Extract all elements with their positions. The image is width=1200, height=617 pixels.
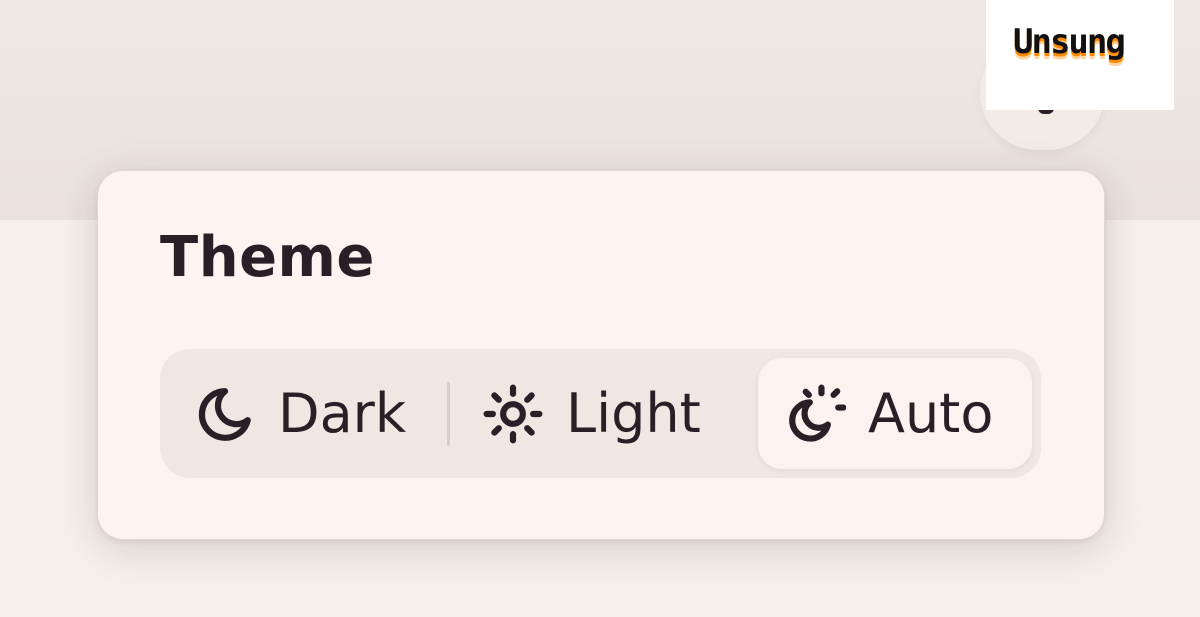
theme-segmented-control: Dark Light Auto bbox=[160, 349, 1041, 478]
theme-option-light[interactable]: Light bbox=[482, 349, 701, 478]
sun-icon bbox=[482, 383, 544, 445]
moon-sun-icon bbox=[784, 383, 847, 445]
segment-divider bbox=[447, 382, 450, 446]
theme-option-label: Auto bbox=[868, 381, 994, 445]
moon-icon bbox=[194, 383, 256, 445]
watermark-text: Unsung bbox=[1013, 22, 1126, 62]
theme-option-auto[interactable]: Auto bbox=[758, 358, 1032, 469]
theme-option-dark[interactable]: Dark bbox=[194, 349, 406, 478]
popover-title: Theme bbox=[160, 225, 375, 290]
theme-option-label: Dark bbox=[278, 381, 407, 445]
theme-option-label: Light bbox=[566, 381, 701, 445]
theme-popover: Theme Dark Light Auto bbox=[97, 170, 1105, 540]
